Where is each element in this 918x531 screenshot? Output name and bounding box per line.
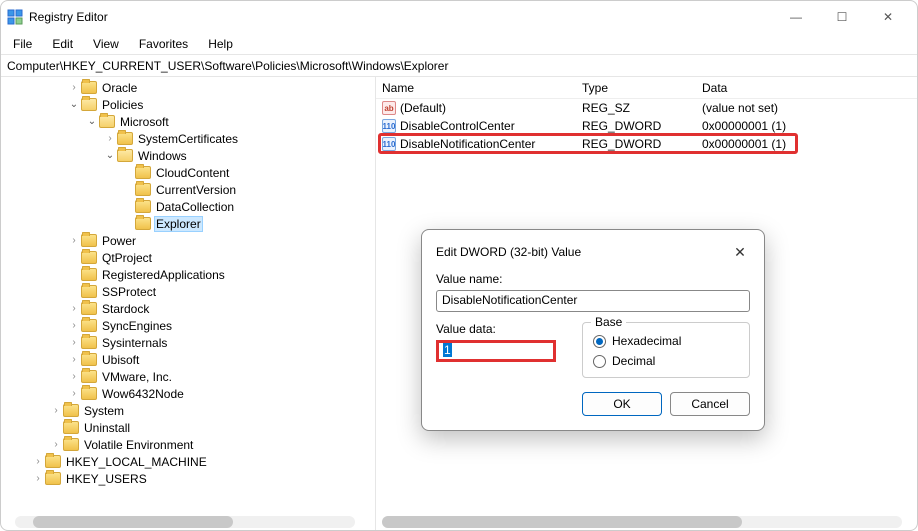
tree-item-system[interactable]: ›System [5, 402, 375, 419]
tree-item-sysinternals[interactable]: ›Sysinternals [5, 334, 375, 351]
menu-favorites[interactable]: Favorites [131, 35, 196, 53]
folder-icon [135, 217, 151, 230]
value-row-disablecontrolcenter[interactable]: 110DisableControlCenter REG_DWORD 0x0000… [376, 117, 917, 135]
tree-pane[interactable]: ›Oracle ⌄Policies ⌄Microsoft ›SystemCert… [1, 77, 376, 530]
folder-icon [63, 404, 79, 417]
value-horizontal-scrollbar[interactable] [382, 516, 902, 528]
folder-icon [99, 115, 115, 128]
radio-decimal[interactable]: Decimal [593, 351, 739, 371]
tree-item-ssprotect[interactable]: SSProtect [5, 283, 375, 300]
value-data-field[interactable]: 1 [436, 340, 556, 362]
window-title: Registry Editor [29, 10, 773, 24]
cancel-button[interactable]: Cancel [670, 392, 750, 416]
value-row-disablenotificationcenter[interactable]: 110DisableNotificationCenter REG_DWORD 0… [376, 135, 917, 153]
tree-item-microsoft[interactable]: ⌄Microsoft [5, 113, 375, 130]
folder-icon [81, 234, 97, 247]
value-name-field[interactable]: DisableNotificationCenter [436, 290, 750, 312]
folder-icon [135, 183, 151, 196]
tree-item-hku[interactable]: ›HKEY_USERS [5, 470, 375, 487]
edit-dword-dialog[interactable]: Edit DWORD (32-bit) Value ✕ Value name: … [421, 229, 765, 431]
folder-icon [45, 455, 61, 468]
maximize-button[interactable]: ☐ [819, 1, 865, 33]
menu-file[interactable]: File [5, 35, 40, 53]
tree-item-currentversion[interactable]: CurrentVersion [5, 181, 375, 198]
folder-icon [117, 149, 133, 162]
tree-item-systemcertificates[interactable]: ›SystemCertificates [5, 130, 375, 147]
folder-icon [135, 200, 151, 213]
tree-item-uninstall[interactable]: Uninstall [5, 419, 375, 436]
tree-item-datacollection[interactable]: DataCollection [5, 198, 375, 215]
folder-icon [81, 285, 97, 298]
tree-item-oracle[interactable]: ›Oracle [5, 79, 375, 96]
base-group: Base Hexadecimal Decimal [582, 322, 750, 378]
dialog-close-button[interactable]: ✕ [730, 242, 750, 262]
tree-item-explorer[interactable]: Explorer [5, 215, 375, 232]
value-name-label: Value name: [436, 272, 750, 286]
reg-sz-icon: ab [382, 101, 396, 115]
tree-item-syncengines[interactable]: ›SyncEngines [5, 317, 375, 334]
address-bar[interactable]: Computer\HKEY_CURRENT_USER\Software\Poli… [1, 55, 917, 77]
ok-button[interactable]: OK [582, 392, 662, 416]
radio-icon [593, 355, 606, 368]
folder-icon [81, 81, 97, 94]
tree-item-ubisoft[interactable]: ›Ubisoft [5, 351, 375, 368]
tree-item-volatile[interactable]: ›Volatile Environment [5, 436, 375, 453]
tree-item-power[interactable]: ›Power [5, 232, 375, 249]
menu-view[interactable]: View [85, 35, 127, 53]
reg-dword-icon: 110 [382, 119, 396, 133]
tree-item-qtproject[interactable]: QtProject [5, 249, 375, 266]
menu-edit[interactable]: Edit [44, 35, 81, 53]
folder-icon [81, 319, 97, 332]
close-button[interactable]: ✕ [865, 1, 911, 33]
minimize-button[interactable]: — [773, 1, 819, 33]
tree-item-registeredapplications[interactable]: RegisteredApplications [5, 266, 375, 283]
column-header-type[interactable]: Type [576, 81, 696, 95]
titlebar[interactable]: Registry Editor — ☐ ✕ [1, 1, 917, 33]
tree-item-cloudcontent[interactable]: CloudContent [5, 164, 375, 181]
folder-icon [81, 98, 97, 111]
folder-icon [81, 336, 97, 349]
tree-item-windows[interactable]: ⌄Windows [5, 147, 375, 164]
value-row-default[interactable]: ab(Default) REG_SZ (value not set) [376, 99, 917, 117]
base-group-label: Base [591, 315, 626, 329]
value-list-header: Name Type Data [376, 77, 917, 99]
tree-item-policies[interactable]: ⌄Policies [5, 96, 375, 113]
folder-icon [81, 370, 97, 383]
tree-horizontal-scrollbar[interactable] [15, 516, 355, 528]
radio-hexadecimal[interactable]: Hexadecimal [593, 331, 739, 351]
tree-item-stardock[interactable]: ›Stardock [5, 300, 375, 317]
tree-item-hklm[interactable]: ›HKEY_LOCAL_MACHINE [5, 453, 375, 470]
tree-item-wow64[interactable]: ›Wow6432Node [5, 385, 375, 402]
folder-icon [81, 353, 97, 366]
menu-help[interactable]: Help [200, 35, 241, 53]
folder-icon [135, 166, 151, 179]
folder-icon [81, 387, 97, 400]
dialog-title: Edit DWORD (32-bit) Value [436, 245, 581, 259]
radio-icon [593, 335, 606, 348]
folder-icon [117, 132, 133, 145]
folder-icon [81, 302, 97, 315]
reg-dword-icon: 110 [382, 137, 396, 151]
folder-icon [45, 472, 61, 485]
folder-icon [63, 438, 79, 451]
tree-item-vmware[interactable]: ›VMware, Inc. [5, 368, 375, 385]
folder-icon [81, 251, 97, 264]
folder-icon [81, 268, 97, 281]
menubar: File Edit View Favorites Help [1, 33, 917, 55]
folder-icon [63, 421, 79, 434]
regedit-app-icon [7, 9, 23, 25]
value-data-label: Value data: [436, 322, 566, 336]
column-header-data[interactable]: Data [696, 81, 917, 95]
column-header-name[interactable]: Name [376, 81, 576, 95]
